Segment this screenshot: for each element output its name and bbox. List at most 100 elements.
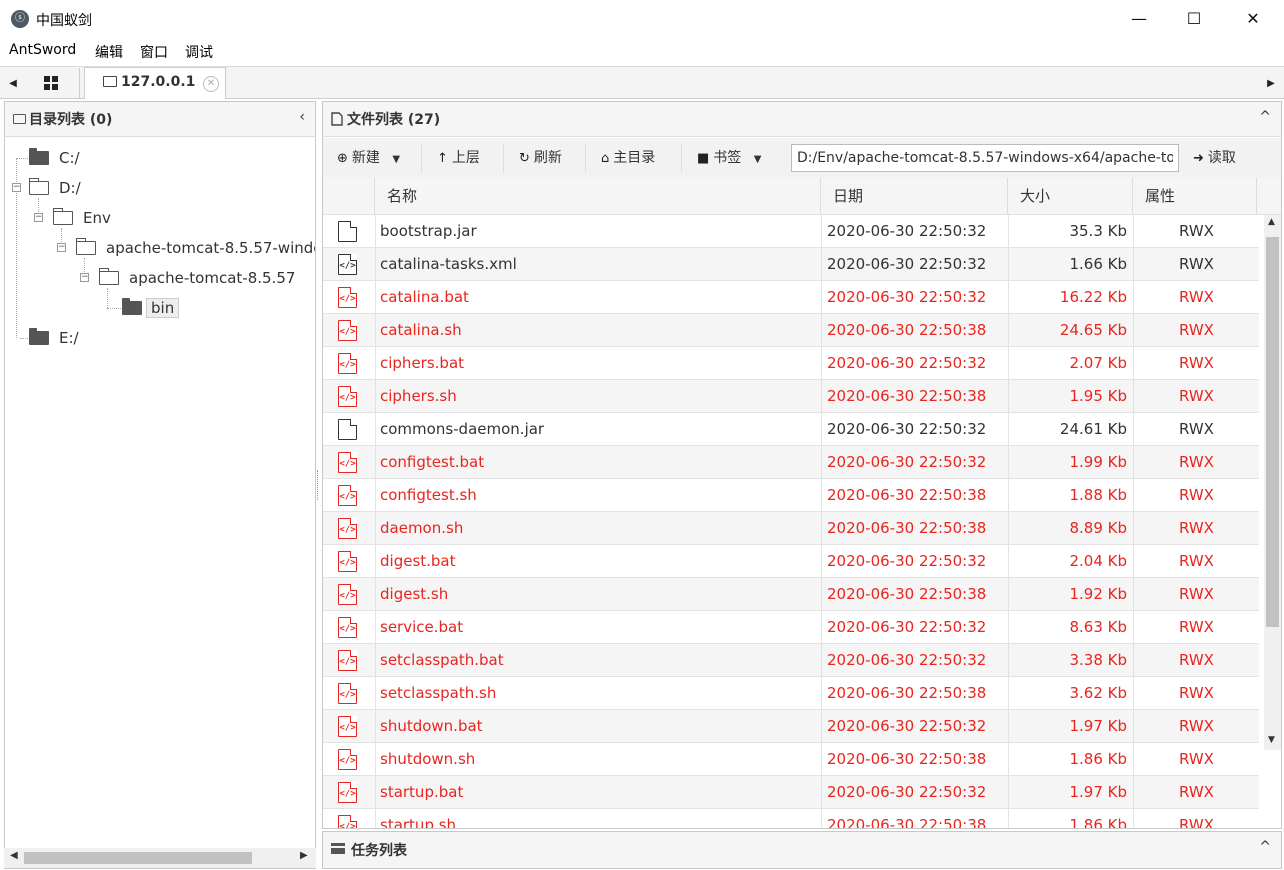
refresh-button[interactable]: ↻ 刷新	[519, 147, 562, 167]
directory-panel-header: 目录列表 (0) ‹	[5, 102, 315, 137]
tab-host[interactable]: 127.0.0.1 ✕	[84, 67, 226, 99]
file-row[interactable]: </> setclasspath.sh 2020-06-30 22:50:38 3.6…	[323, 677, 1259, 710]
file-icon	[331, 112, 343, 126]
file-grid-header: 名称 日期 大小 属性	[323, 178, 1281, 215]
file-name: configtest.sh	[380, 486, 477, 504]
file-row[interactable]: </> shutdown.bat 2020-06-30 22:50:32 1.97 K…	[323, 710, 1259, 743]
file-attr: RWX	[1179, 354, 1214, 372]
file-attr: RWX	[1179, 651, 1214, 669]
collapse-up-icon[interactable]: ^	[1259, 109, 1271, 125]
file-row[interactable]: </> startup.sh 2020-06-30 22:50:38 1.86 Kb R…	[323, 809, 1259, 828]
file-panel: 文件列表 (27) ^ ⊕ 新建 ▼ ↑ 上层 ↻ 刷新 ⌂ 主目录 ■ 书签 ▼	[322, 101, 1282, 829]
file-date: 2020-06-30 22:50:32	[827, 288, 987, 306]
column-header-size[interactable]: 大小	[1008, 178, 1133, 215]
file-row[interactable]: </> catalina.sh 2020-06-30 22:50:38 24.65 K…	[323, 314, 1259, 347]
path-input[interactable]	[791, 144, 1179, 172]
file-size: 35.3 Kb	[1069, 222, 1127, 240]
list-icon	[331, 843, 345, 854]
file-name: catalina.bat	[380, 288, 469, 306]
file-name: catalina.sh	[380, 321, 462, 339]
home-button[interactable]: ⌂ 主目录	[601, 147, 655, 167]
scroll-down-icon[interactable]: ▼	[1268, 735, 1275, 745]
file-row[interactable]: </> ciphers.sh 2020-06-30 22:50:38 1.95 Kb R…	[323, 380, 1259, 413]
file-size: 1.95 Kb	[1069, 387, 1127, 405]
panel-splitter[interactable]	[317, 470, 320, 500]
column-header-date[interactable]: 日期	[821, 178, 1008, 215]
file-row[interactable]: </> ciphers.bat 2020-06-30 22:50:32 2.07 Kb…	[323, 347, 1259, 380]
file-attr: RWX	[1179, 585, 1214, 603]
tree-node-label: apache-tomcat-8.5.57	[129, 269, 296, 287]
collapse-left-icon[interactable]: ‹	[299, 109, 305, 125]
tree-collapse-toggle[interactable]: −	[34, 213, 43, 222]
chevron-down-icon: ▼	[392, 154, 401, 165]
up-button[interactable]: ↑ 上层	[437, 147, 480, 167]
tree-collapse-toggle[interactable]: −	[12, 183, 21, 192]
new-button[interactable]: ⊕ 新建 ▼	[337, 147, 400, 167]
minimize-button[interactable]: —	[1110, 0, 1168, 38]
scrollbar-thumb[interactable]	[24, 852, 252, 864]
tab-scroll-left-button[interactable]: ◀	[2, 67, 24, 99]
file-size: 3.38 Kb	[1069, 651, 1127, 669]
title-bar: ⓢ 中国蚁剑 — ☐ ✕	[0, 0, 1284, 38]
code-file-icon: </>	[338, 551, 357, 572]
maximize-button[interactable]: ☐	[1165, 0, 1223, 38]
menu-antsword[interactable]: AntSword	[9, 42, 76, 58]
file-row[interactable]: </> startup.bat 2020-06-30 22:50:32 1.97 Kb…	[323, 776, 1259, 809]
file-row[interactable]: </> shutdown.sh 2020-06-30 22:50:38 1.86 Kb…	[323, 743, 1259, 776]
expand-up-icon[interactable]: ^	[1259, 839, 1271, 855]
tree-horizontal-scrollbar[interactable]: ◀ ▶	[4, 848, 316, 868]
file-grid-scrollbar[interactable]: ▲ ▼	[1264, 215, 1281, 750]
menu-debug[interactable]: 调试	[185, 42, 213, 62]
task-panel[interactable]: 任务列表 ^	[322, 831, 1282, 869]
file-row[interactable]: </> catalina.bat 2020-06-30 22:50:32 16.22 …	[323, 281, 1259, 314]
file-size: 1.66 Kb	[1069, 255, 1127, 273]
chevron-down-icon: ▼	[753, 154, 762, 165]
code-file-icon: </>	[338, 353, 357, 374]
scroll-right-icon[interactable]: ▶	[300, 850, 308, 861]
tree-collapse-toggle[interactable]: −	[80, 273, 89, 282]
scroll-left-icon[interactable]: ◀	[10, 850, 18, 861]
bookmark-button[interactable]: ■ 书签 ▼	[697, 147, 761, 167]
tab-close-icon[interactable]: ✕	[203, 76, 219, 92]
file-attr: RWX	[1179, 717, 1214, 735]
file-row[interactable]: </> service.bat 2020-06-30 22:50:32 8.63 Kb…	[323, 611, 1259, 644]
directory-panel-title: 目录列表 (0)	[29, 112, 113, 128]
tab-home[interactable]	[22, 68, 80, 98]
file-row[interactable]: </> catalina-tasks.xml 2020-06-30 22:50:32…	[323, 248, 1259, 281]
file-name: shutdown.sh	[380, 750, 476, 768]
column-header-attr[interactable]: 属性	[1133, 178, 1257, 215]
read-button[interactable]: ➜ 读取	[1193, 147, 1236, 167]
scroll-up-icon[interactable]: ▲	[1268, 217, 1275, 227]
file-name: catalina-tasks.xml	[380, 255, 517, 273]
file-row[interactable]: </> setclasspath.bat 2020-06-30 22:50:32 3.…	[323, 644, 1259, 677]
close-button[interactable]: ✕	[1224, 0, 1282, 38]
file-name: daemon.sh	[380, 519, 464, 537]
column-header-name[interactable]: 名称	[375, 178, 821, 215]
app-logo-icon: ⓢ	[11, 10, 29, 28]
file-date: 2020-06-30 22:50:32	[827, 717, 987, 735]
file-name: digest.sh	[380, 585, 449, 603]
file-name: shutdown.bat	[380, 717, 483, 735]
file-date: 2020-06-30 22:50:32	[827, 222, 987, 240]
file-row[interactable]: commons-daemon.jar 2020-06-30 22:50:32 24.…	[323, 413, 1259, 446]
file-attr: RWX	[1179, 519, 1214, 537]
tree-collapse-toggle[interactable]: −	[57, 243, 66, 252]
tab-scroll-right-button[interactable]: ▶	[1260, 67, 1282, 99]
tree-node-label: bin	[146, 298, 180, 318]
menu-edit[interactable]: 编辑	[95, 42, 123, 62]
menu-bar: AntSword 编辑 窗口 调试	[0, 38, 1284, 66]
arrow-up-icon: ↑	[437, 151, 448, 166]
window-title: 中国蚁剑	[36, 13, 92, 29]
scrollbar-thumb[interactable]	[1266, 237, 1279, 627]
file-size: 1.86 Kb	[1069, 750, 1127, 768]
file-row[interactable]: </> digest.sh 2020-06-30 22:50:38 1.92 Kb RW…	[323, 578, 1259, 611]
file-row[interactable]: </> daemon.sh 2020-06-30 22:50:38 8.89 Kb RW…	[323, 512, 1259, 545]
file-row[interactable]: </> digest.bat 2020-06-30 22:50:32 2.04 Kb R…	[323, 545, 1259, 578]
file-row[interactable]: bootstrap.jar 2020-06-30 22:50:32 35.3 Kb R…	[323, 215, 1259, 248]
menu-window[interactable]: 窗口	[140, 42, 168, 62]
file-row[interactable]: </> configtest.bat 2020-06-30 22:50:32 1.99…	[323, 446, 1259, 479]
file-attr: RWX	[1179, 453, 1214, 471]
file-row[interactable]: </> configtest.sh 2020-06-30 22:50:38 1.88 …	[323, 479, 1259, 512]
file-name: setclasspath.bat	[380, 651, 504, 669]
task-panel-title: 任务列表	[351, 843, 407, 859]
